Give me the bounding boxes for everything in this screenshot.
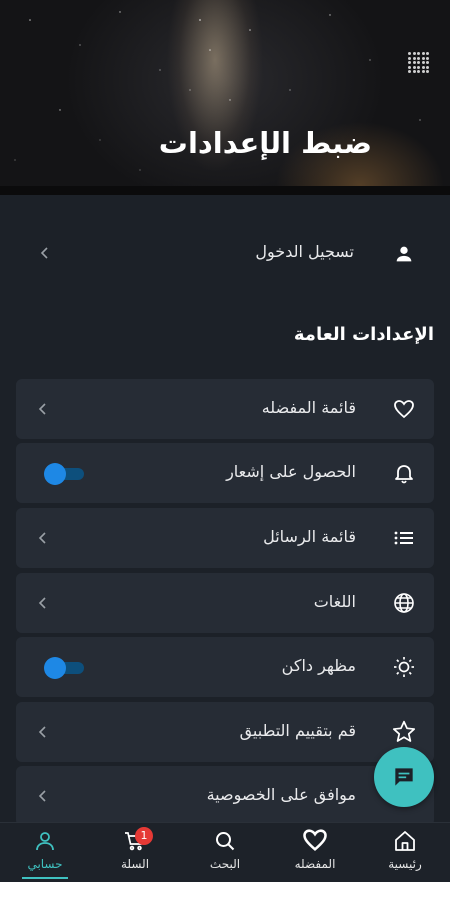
chevron-left-icon: [40, 247, 48, 259]
chevron-left-icon: [38, 790, 46, 802]
nav-label: رئيسية: [388, 857, 422, 871]
settings-item-label: اللغات: [313, 592, 356, 611]
settings-item-notifications[interactable]: الحصول على إشعار: [16, 443, 434, 503]
active-indicator: [22, 877, 68, 879]
user-icon: [36, 832, 54, 851]
night-sky-background: [14, 11, 421, 171]
settings-item-label: الحصول على إشعار: [226, 462, 356, 481]
list-icon: [390, 524, 418, 552]
horizon-silhouette: [0, 186, 450, 195]
nav-item-account[interactable]: حسابي: [0, 823, 90, 883]
settings-item-label: قائمة الرسائل: [263, 527, 356, 546]
heart-icon: [303, 829, 327, 852]
settings-item-label: قم بتقييم التطبيق: [239, 721, 356, 740]
user-icon: [390, 240, 418, 268]
settings-item-rate-app[interactable]: قم بتقييم التطبيق: [16, 702, 434, 762]
settings-item-label: موافق على الخصوصية: [206, 785, 356, 804]
chevron-left-icon: [38, 726, 46, 738]
dark-mode-toggle[interactable]: [44, 657, 84, 679]
settings-item-label: مظهر داكن: [281, 656, 356, 675]
chat-icon: [395, 768, 413, 786]
settings-item-label: قائمة المفضله: [261, 398, 356, 417]
nav-label: المفضله: [294, 857, 336, 871]
chevron-left-icon: [38, 532, 46, 544]
chevron-left-icon: [38, 597, 46, 609]
settings-item-dark-mode[interactable]: مظهر داكن: [16, 637, 434, 697]
dots-grid-icon[interactable]: [408, 52, 430, 74]
settings-item-favorites[interactable]: قائمة المفضله: [16, 379, 434, 439]
home-icon: [395, 831, 415, 851]
bottom-system-area: [0, 882, 450, 900]
cart-count-badge: 1: [135, 827, 153, 845]
heart-icon: [390, 395, 418, 423]
login-row[interactable]: تسجيل الدخول: [16, 225, 434, 283]
chat-fab-button[interactable]: [374, 747, 434, 807]
nav-item-search[interactable]: البحث: [180, 823, 270, 883]
nav-item-favorites[interactable]: المفضله: [270, 823, 360, 883]
settings-item-messages[interactable]: قائمة الرسائل: [16, 508, 434, 568]
search-icon: [216, 832, 235, 851]
nav-label: البحث: [209, 857, 241, 871]
star-icon: [390, 718, 418, 746]
section-title-general: الإعدادات العامة: [293, 324, 434, 345]
settings-item-privacy[interactable]: موافق على الخصوصية: [16, 766, 434, 826]
sun-icon: [390, 653, 418, 681]
bottom-nav: حسابي السلة 1 البحث المفضله رئيسية: [0, 822, 450, 882]
settings-screen: ضبط الإعدادات تسجيل الدخول الإعدادات الع…: [0, 0, 450, 900]
bell-icon: [390, 459, 418, 487]
notifications-toggle[interactable]: [44, 463, 84, 485]
nav-label: السلة: [120, 857, 150, 871]
page-title: ضبط الإعدادات: [158, 126, 372, 160]
settings-item-languages[interactable]: اللغات: [16, 573, 434, 633]
toggle-knob: [44, 657, 66, 679]
chevron-left-icon: [38, 403, 46, 415]
toggle-knob: [44, 463, 66, 485]
login-label: تسجيل الدخول: [255, 242, 354, 261]
nav-item-home[interactable]: رئيسية: [360, 823, 450, 883]
header-banner: ضبط الإعدادات: [0, 0, 450, 195]
globe-icon: [390, 589, 418, 617]
nav-label: حسابي: [27, 857, 63, 871]
